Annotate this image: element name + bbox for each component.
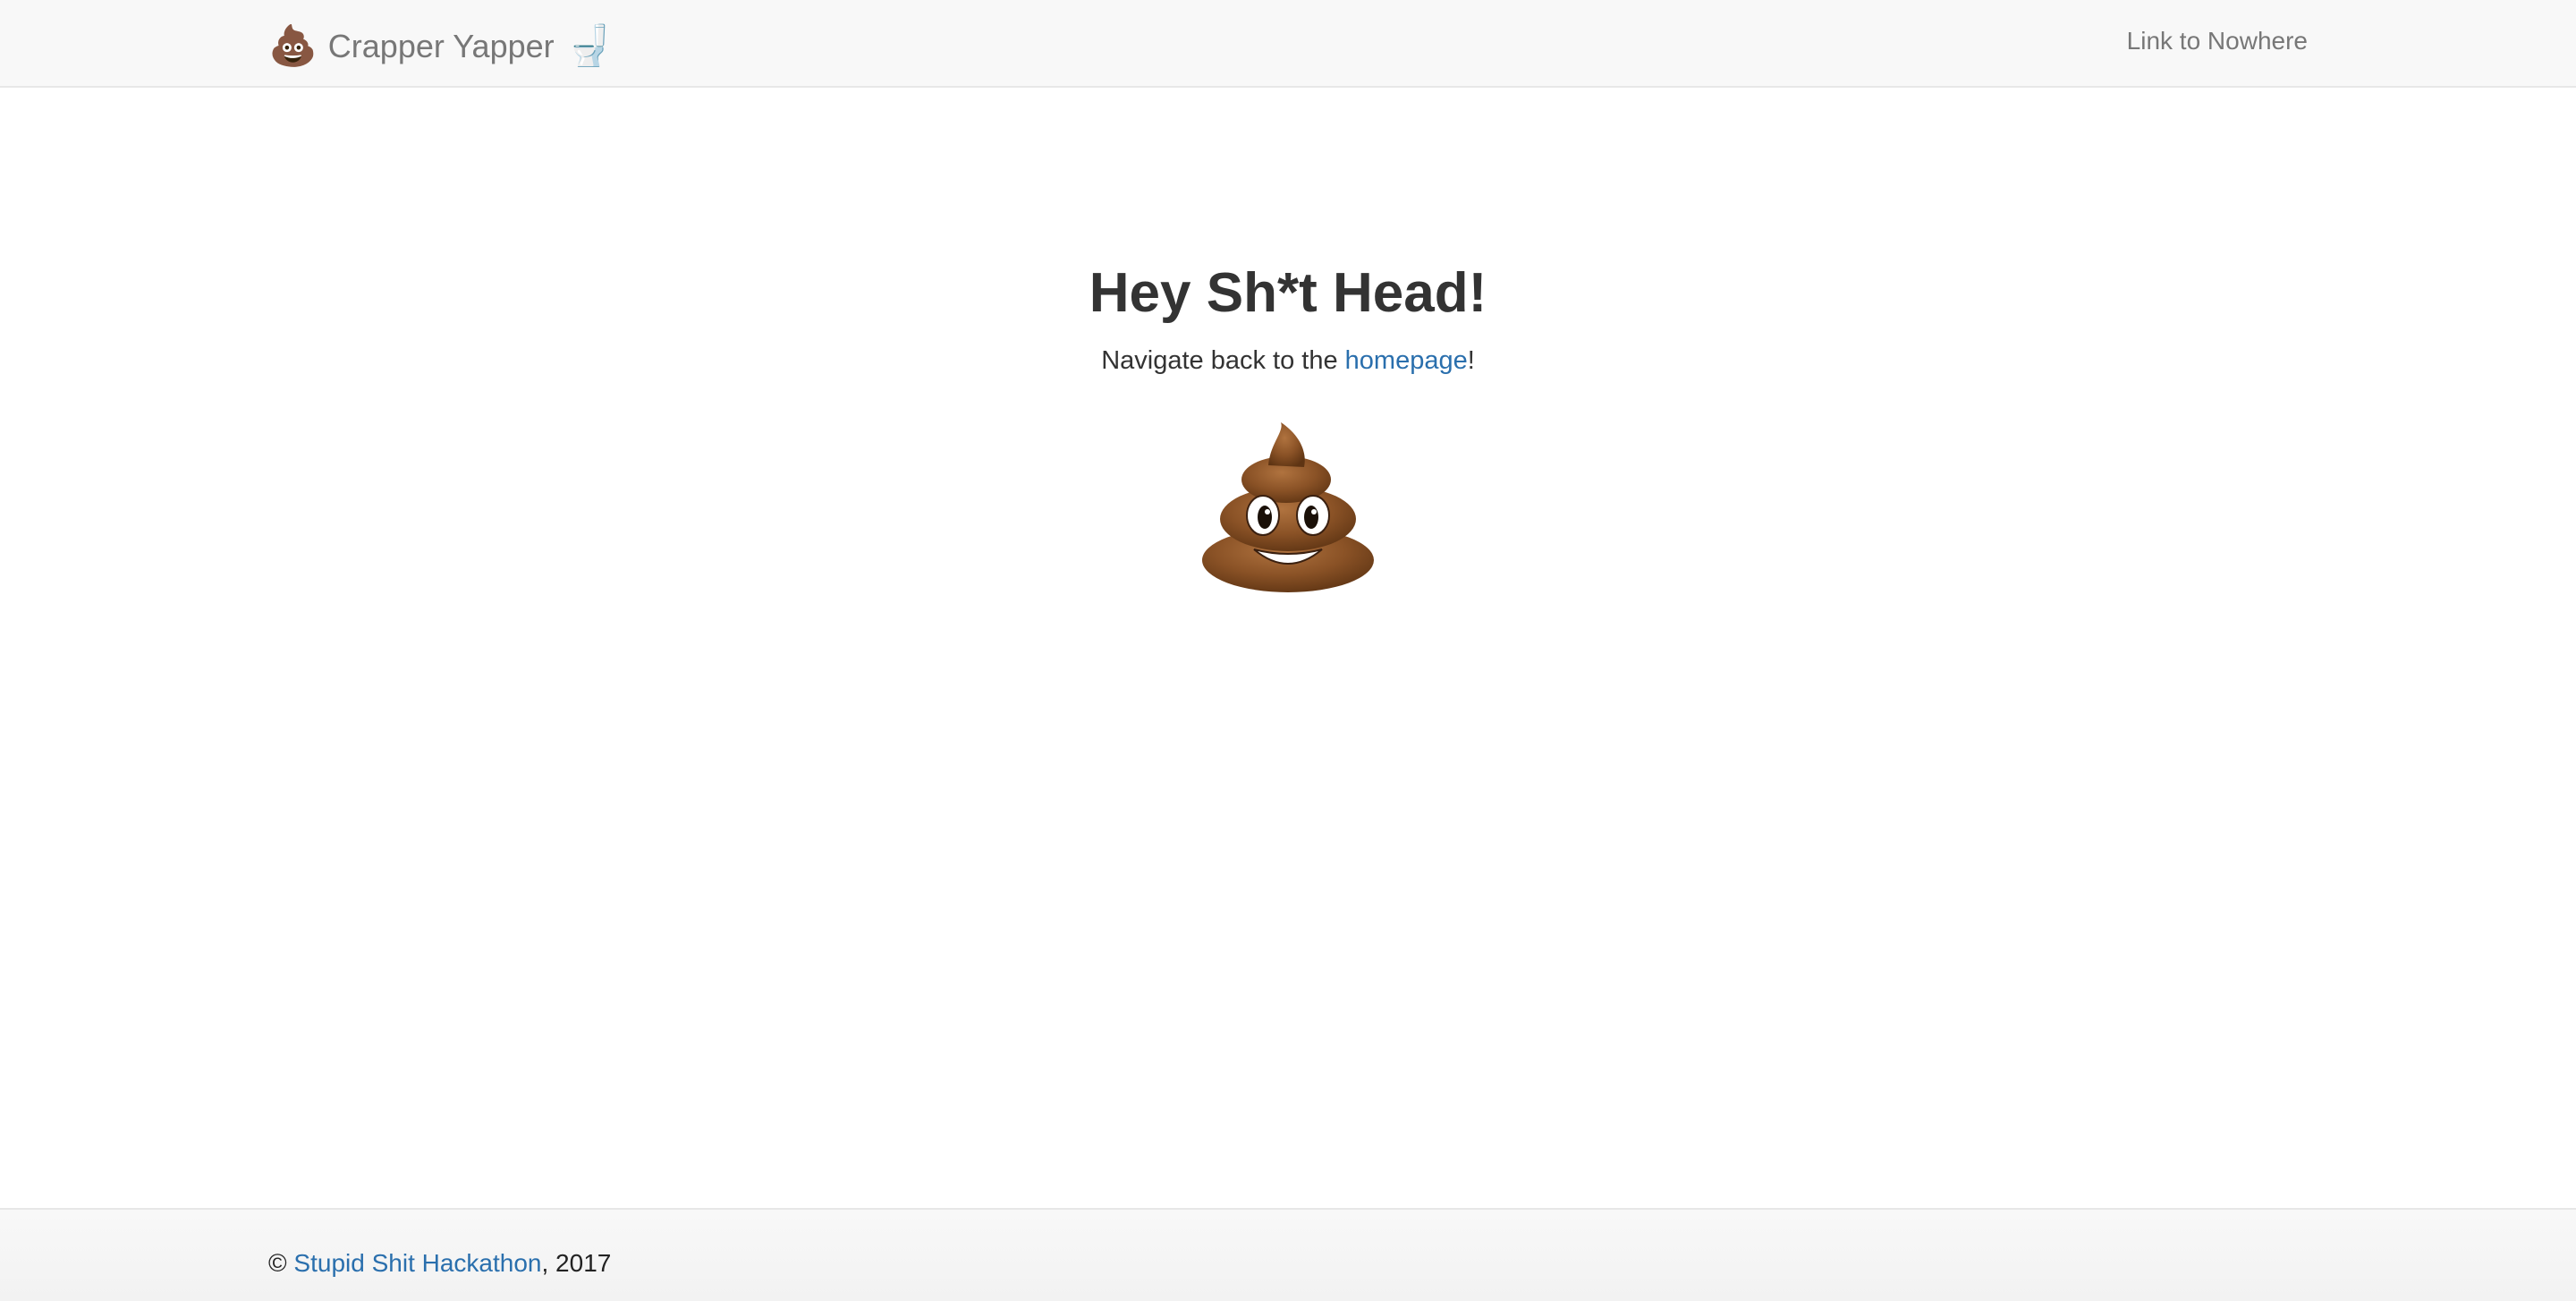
footer-year: , 2017 <box>541 1249 612 1277</box>
top-navbar: 💩 Crapper Yapper 🚽 Link to Nowhere <box>0 0 2576 88</box>
copyright-symbol: © <box>268 1249 287 1277</box>
subtitle-prefix: Navigate back to the <box>1101 346 1345 375</box>
page-title: Hey Sh*t Head! <box>1089 262 1487 324</box>
toilet-icon: 🚽 <box>564 24 614 68</box>
hackathon-link[interactable]: Stupid Shit Hackathon <box>293 1249 541 1277</box>
navigate-back-message: Navigate back to the homepage! <box>0 343 2576 378</box>
brand-title: Crapper Yapper <box>327 28 555 64</box>
page-footer: © Stupid Shit Hackathon, 2017 <box>0 1208 2576 1301</box>
homepage-link[interactable]: homepage <box>1345 346 1468 375</box>
poo-icon: 💩 <box>268 24 318 68</box>
pile-of-poo-icon <box>1202 422 1374 592</box>
brand-link[interactable]: 💩 Crapper Yapper 🚽 <box>268 21 614 72</box>
link-to-nowhere[interactable]: Link to Nowhere <box>2127 27 2308 55</box>
subtitle-suffix: ! <box>1467 346 1475 375</box>
footer-copyright: © Stupid Shit Hackathon, 2017 <box>268 1249 611 1278</box>
